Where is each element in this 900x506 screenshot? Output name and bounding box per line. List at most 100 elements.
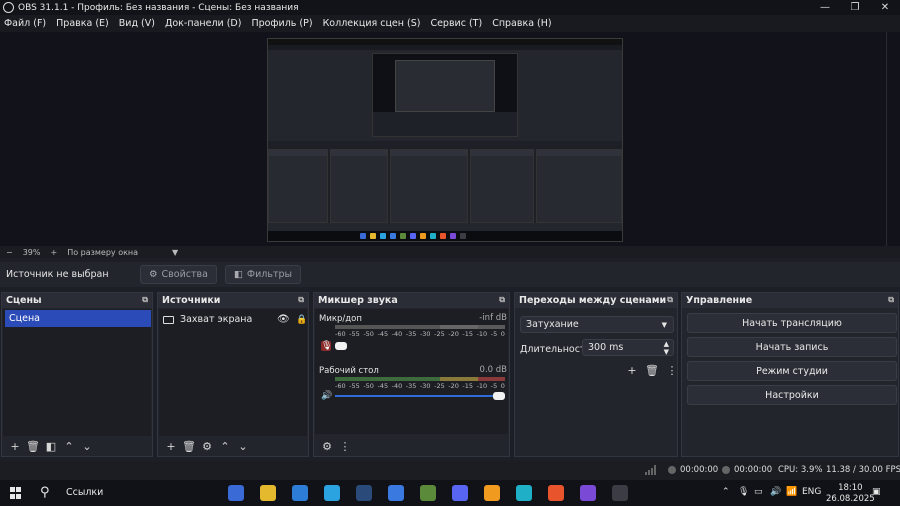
battery-icon[interactable]: ▭ xyxy=(754,487,763,497)
no-source-label: Источник не выбран xyxy=(6,269,109,280)
chevron-down-icon: ▼ xyxy=(661,320,667,329)
start-button[interactable] xyxy=(10,487,22,499)
popout-icon[interactable]: ⧉ xyxy=(499,295,505,305)
controls-title: Управление xyxy=(686,295,753,306)
properties-button[interactable]: ⚙ Свойства xyxy=(140,265,217,284)
remove-transition-button[interactable]: 🗑 xyxy=(642,364,662,377)
language-indicator[interactable]: ENG xyxy=(802,487,821,497)
menu-bar: Файл (F) Правка (E) Вид (V) Док-панели (… xyxy=(0,15,900,32)
transition-select[interactable]: Затухание ▼ xyxy=(520,316,674,333)
stream-icon xyxy=(668,465,676,474)
volume-slider[interactable] xyxy=(335,392,505,400)
taskbar-app-app-p-icon[interactable] xyxy=(292,485,308,501)
meter-ticks: -60 -55 -50 -45 -40 -35 -30 -25 -20 -15 -10 -5 0 xyxy=(335,382,505,390)
notification-icon[interactable]: ▣ xyxy=(872,487,881,497)
move-scene-up-button[interactable]: ⌃ xyxy=(60,440,78,453)
taskbar-search[interactable]: Ссылки xyxy=(66,487,103,498)
add-scene-button[interactable]: + xyxy=(6,440,24,453)
menu-profile[interactable]: Профиль (P) xyxy=(251,18,312,29)
minimize-button[interactable]: — xyxy=(810,0,840,15)
duration-label: Длительность xyxy=(520,344,592,355)
network-icon[interactable]: 📶 xyxy=(786,487,797,497)
menu-file[interactable]: Файл (F) xyxy=(4,18,46,29)
fit-mode-dropdown[interactable]: По размеру окна xyxy=(67,248,138,257)
source-item[interactable]: Захват экрана 👁 🔒 xyxy=(163,312,307,327)
preview-screen-capture xyxy=(267,38,623,242)
popout-icon[interactable]: ⧉ xyxy=(888,295,894,305)
menu-view[interactable]: Вид (V) xyxy=(119,18,155,29)
taskbar-app-steam-icon[interactable] xyxy=(356,485,372,501)
fps-readout: 11.38 / 30.00 FPS xyxy=(826,465,900,475)
chevron-down-icon[interactable]: ▼ xyxy=(172,248,178,257)
menu-edit[interactable]: Правка (E) xyxy=(56,18,109,29)
filters-button[interactable]: ◧ Фильтры xyxy=(224,265,302,284)
controls-dock: Управление ⧉ Начать трансляцию Начать за… xyxy=(681,292,899,457)
taskbar-app-discord-icon[interactable] xyxy=(452,485,468,501)
menu-docks[interactable]: Док-панели (D) xyxy=(165,18,241,29)
menu-tools[interactable]: Сервис (T) xyxy=(430,18,482,29)
slider-knob[interactable] xyxy=(493,392,505,400)
add-source-button[interactable]: + xyxy=(162,440,180,453)
menu-help[interactable]: Справка (H) xyxy=(492,18,551,29)
mixer-menu-button[interactable]: ⋮ xyxy=(336,440,354,453)
scene-filters-button[interactable]: ◧ xyxy=(42,440,60,453)
muted-mic-icon[interactable]: 🎙 xyxy=(321,341,332,351)
search-icon[interactable]: ⚲ xyxy=(40,485,50,500)
window-title: OBS 31.1.1 - Профиль: Без названия - Сце… xyxy=(18,2,299,13)
taskbar-app-store-icon[interactable] xyxy=(228,485,244,501)
clock[interactable]: 18:10 26.08.2025 xyxy=(826,483,875,505)
channel-name: Микр/доп xyxy=(319,314,362,324)
move-source-up-button[interactable]: ⌃ xyxy=(216,440,234,453)
duration-value: 300 ms xyxy=(588,342,624,353)
taskbar-app-telegram-icon[interactable] xyxy=(324,485,340,501)
taskbar-app-explorer-icon[interactable] xyxy=(260,485,276,501)
popout-icon[interactable]: ⧉ xyxy=(298,295,304,305)
mixer-settings-button[interactable]: ⚙ xyxy=(318,440,336,453)
move-scene-down-button[interactable]: ⌄ xyxy=(78,440,96,453)
remove-scene-button[interactable]: 🗑 xyxy=(24,440,42,453)
sources-list: Захват экрана 👁 🔒 xyxy=(159,309,307,436)
source-properties-button[interactable]: ⚙ xyxy=(198,440,216,453)
volume-slider[interactable] xyxy=(335,342,505,350)
lock-icon[interactable]: 🔒 xyxy=(296,315,307,325)
status-bar: 00:00:00 00:00:00 CPU: 3.9% 11.38 / 30.0… xyxy=(0,461,900,480)
mixer-channels: Микр/доп -inf dB -60 -55 -50 -45 -40 -35 -30 -2… xyxy=(315,309,508,434)
duration-input[interactable]: 300 ms ▲ ▼ xyxy=(582,339,674,356)
taskbar-app-minecraft-icon[interactable] xyxy=(420,485,436,501)
start-recording-button[interactable]: Начать запись xyxy=(687,337,897,357)
windows-taskbar: ⚲ Ссылки ⌃ 🎙 ▭ 🔊 📶 ENG 18:10 26.08.2025 … xyxy=(0,480,900,506)
slider-knob[interactable] xyxy=(335,342,347,350)
speaker-icon[interactable]: 🔊 xyxy=(770,487,781,497)
spinner-icon[interactable]: ▲ ▼ xyxy=(664,340,669,356)
start-streaming-button[interactable]: Начать трансляцию xyxy=(687,313,897,333)
mic-icon[interactable]: 🎙 xyxy=(738,487,749,497)
sources-title: Источники xyxy=(162,295,221,306)
taskbar-app-app-purple-icon[interactable] xyxy=(580,485,596,501)
channel-volume-db: -inf dB xyxy=(479,313,507,323)
taskbar-app-obs-icon[interactable] xyxy=(612,485,628,501)
remove-source-button[interactable]: 🗑 xyxy=(180,440,198,453)
eye-icon[interactable]: 👁 xyxy=(277,314,290,325)
add-transition-button[interactable]: + xyxy=(622,364,642,377)
popout-icon[interactable]: ⧉ xyxy=(667,295,673,305)
taskbar-app-app-shield-icon[interactable] xyxy=(516,485,532,501)
popout-icon[interactable]: ⧉ xyxy=(142,295,148,305)
zoom-in-button[interactable]: + xyxy=(50,248,57,257)
move-source-down-button[interactable]: ⌄ xyxy=(234,440,252,453)
taskbar-app-sublime-icon[interactable] xyxy=(484,485,500,501)
transition-menu-button[interactable]: ⋮ xyxy=(662,364,682,377)
maximize-button[interactable]: ❐ xyxy=(840,0,870,15)
clock-date: 26.08.2025 xyxy=(826,494,875,504)
chevron-up-icon[interactable]: ⌃ xyxy=(722,487,730,497)
settings-button[interactable]: Настройки xyxy=(687,385,897,405)
taskbar-app-brave-icon[interactable] xyxy=(548,485,564,501)
preview-scrollbar[interactable] xyxy=(886,32,887,246)
menu-scene-collection[interactable]: Коллекция сцен (S) xyxy=(323,18,421,29)
studio-mode-button[interactable]: Режим студии xyxy=(687,361,897,381)
obs-logo-icon xyxy=(3,2,14,13)
taskbar-app-app-blue-icon[interactable] xyxy=(388,485,404,501)
close-button[interactable]: ✕ xyxy=(870,0,900,15)
speaker-icon[interactable]: 🔊 xyxy=(321,391,332,401)
zoom-out-button[interactable]: − xyxy=(6,248,13,257)
scene-item[interactable]: Сцена xyxy=(5,310,151,327)
